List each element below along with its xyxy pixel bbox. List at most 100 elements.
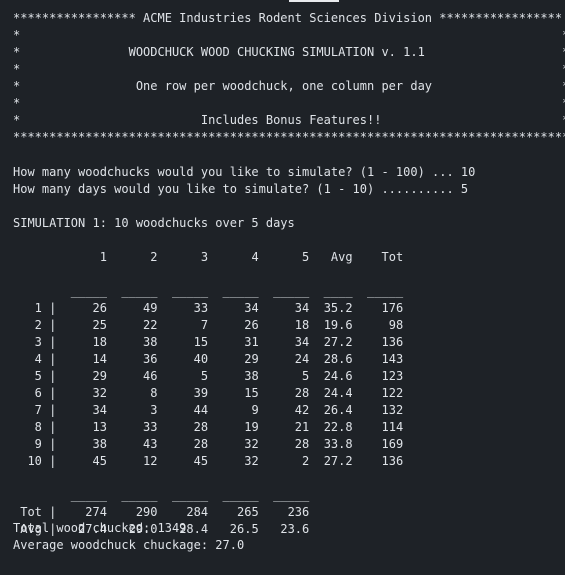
table-cell: 143 xyxy=(352,352,404,366)
banner-line: * * xyxy=(13,62,565,76)
table-cell: 5 xyxy=(157,369,209,383)
row-id: 8 | xyxy=(13,420,57,434)
row-id: 4 | xyxy=(13,352,57,366)
banner-line: * * xyxy=(13,28,565,42)
table-cell: 34 xyxy=(208,301,259,315)
table-cell: 5 xyxy=(258,250,310,264)
table-cell: 22.8 xyxy=(309,420,353,434)
table-cell: 28 xyxy=(258,386,310,400)
footer-underline: _____ _____ _____ _____ _____ xyxy=(13,488,310,502)
table-cell: 38 xyxy=(106,335,158,349)
table-cell: 236 xyxy=(258,505,310,519)
footer-label: Tot | xyxy=(13,505,57,519)
table-cell: 32 xyxy=(208,454,259,468)
table-cell: 18 xyxy=(258,318,310,332)
table-cell: 169 xyxy=(352,437,404,451)
table-cell: 28 xyxy=(258,437,310,451)
table-cell: 7 xyxy=(157,318,209,332)
table-row: 5 | 29 46 5 38 5 24.6 123 xyxy=(13,369,404,383)
table-cell: 98 xyxy=(352,318,404,332)
table-cell: 9 xyxy=(208,403,259,417)
table-row: 4 | 14 36 40 29 24 28.6 143 xyxy=(13,352,404,366)
table-cell: 46 xyxy=(106,369,158,383)
table-cell: 18 xyxy=(56,335,107,349)
table-cell: 45 xyxy=(56,454,107,468)
table-cell: 136 xyxy=(352,454,404,468)
table-cell: 114 xyxy=(352,420,404,434)
table-cell: Avg xyxy=(309,250,353,264)
table-cell: 26.4 xyxy=(309,403,353,417)
banner-line: ****************************************… xyxy=(13,130,565,144)
table-cell: 33 xyxy=(157,301,209,315)
table-row: 7 | 34 3 44 9 42 26.4 132 xyxy=(13,403,404,417)
row-id: 2 | xyxy=(13,318,57,332)
table-cell: 122 xyxy=(352,386,404,400)
prompt-line: How many woodchucks would you like to si… xyxy=(13,165,476,179)
table-cell: 44 xyxy=(157,403,209,417)
table-cell: 136 xyxy=(352,335,404,349)
table-row: 3 | 18 38 15 31 34 27.2 136 xyxy=(13,335,404,349)
summary-totals: Total wood chucked: 1349 Average woodchu… xyxy=(13,520,244,554)
simulation-title: SIMULATION 1: 10 woodchucks over 5 days xyxy=(13,216,295,230)
table-cell: 40 xyxy=(157,352,209,366)
table-cell: 22 xyxy=(106,318,158,332)
table-cell: 176 xyxy=(352,301,404,315)
table-row: 2 | 25 22 7 26 18 19.6 98 xyxy=(13,318,404,332)
table-cell: 123 xyxy=(352,369,404,383)
table-cell: 34 xyxy=(258,301,310,315)
banner-line: * One row per woodchuck, one column per … xyxy=(13,79,565,93)
table-cell: 34 xyxy=(56,403,107,417)
table-cell: 23.6 xyxy=(258,522,310,536)
header-underline: _____ _____ _____ _____ _____ ____ _____ xyxy=(13,284,404,298)
table-cell: 265 xyxy=(208,505,259,519)
table-cell: 15 xyxy=(208,386,259,400)
table-cell: 45 xyxy=(157,454,209,468)
table-row: 1 | 26 49 33 34 34 35.2 176 xyxy=(13,301,404,315)
terminal-window[interactable]: ***************** ACME Industries Rodent… xyxy=(0,0,565,575)
row-id: 7 | xyxy=(13,403,57,417)
table-cell: 15 xyxy=(157,335,209,349)
table-cell: 33 xyxy=(106,420,158,434)
table-footer-row: Tot | 274 290 284 265 236 xyxy=(13,505,309,519)
table-cell: 2 xyxy=(258,454,310,468)
table-cell: 1 xyxy=(56,250,107,264)
table-cell: 28.6 xyxy=(309,352,353,366)
total-wood-line: Total wood chucked: 1349 xyxy=(13,521,187,535)
table-cell: 39 xyxy=(157,386,209,400)
banner: ***************** ACME Industries Rodent… xyxy=(13,10,565,146)
table-cell: 26 xyxy=(208,318,259,332)
row-id: 6 | xyxy=(13,386,57,400)
row-id: 10 | xyxy=(13,454,57,468)
table-cell: 36 xyxy=(106,352,158,366)
table-cell: 43 xyxy=(106,437,158,451)
table-cell: 132 xyxy=(352,403,404,417)
table-cell: 33.8 xyxy=(309,437,353,451)
table-cell: 284 xyxy=(157,505,209,519)
table-cell: 4 xyxy=(208,250,259,264)
table-cell: 19 xyxy=(208,420,259,434)
row-id: 5 | xyxy=(13,369,57,383)
table-cell: 27.2 xyxy=(309,454,353,468)
active-tab-indicator xyxy=(289,0,339,2)
table-cell: 29 xyxy=(56,369,107,383)
table-cell: 21 xyxy=(258,420,310,434)
row-id: 3 | xyxy=(13,335,57,349)
table-cell: 38 xyxy=(56,437,107,451)
table-cell: 31 xyxy=(208,335,259,349)
table-cell: 28 xyxy=(157,437,209,451)
row-id: 1 | xyxy=(13,301,57,315)
table-row: 9 | 38 43 28 32 28 33.8 169 xyxy=(13,437,404,451)
table-cell: 42 xyxy=(258,403,310,417)
row-id: 9 | xyxy=(13,437,57,451)
table-row: 6 | 32 8 39 15 28 24.4 122 xyxy=(13,386,404,400)
table-cell: 8 xyxy=(106,386,158,400)
table-cell: 29 xyxy=(208,352,259,366)
table-cell: 49 xyxy=(106,301,158,315)
table-cell: 14 xyxy=(56,352,107,366)
table-header: 1 2 3 4 5 Avg Tot xyxy=(13,250,403,264)
table-cell: 2 xyxy=(106,250,158,264)
table-cell: 32 xyxy=(208,437,259,451)
banner-line: * Includes Bonus Features!! * xyxy=(13,113,565,127)
table-cell: 26 xyxy=(56,301,107,315)
table-cell: 25 xyxy=(56,318,107,332)
